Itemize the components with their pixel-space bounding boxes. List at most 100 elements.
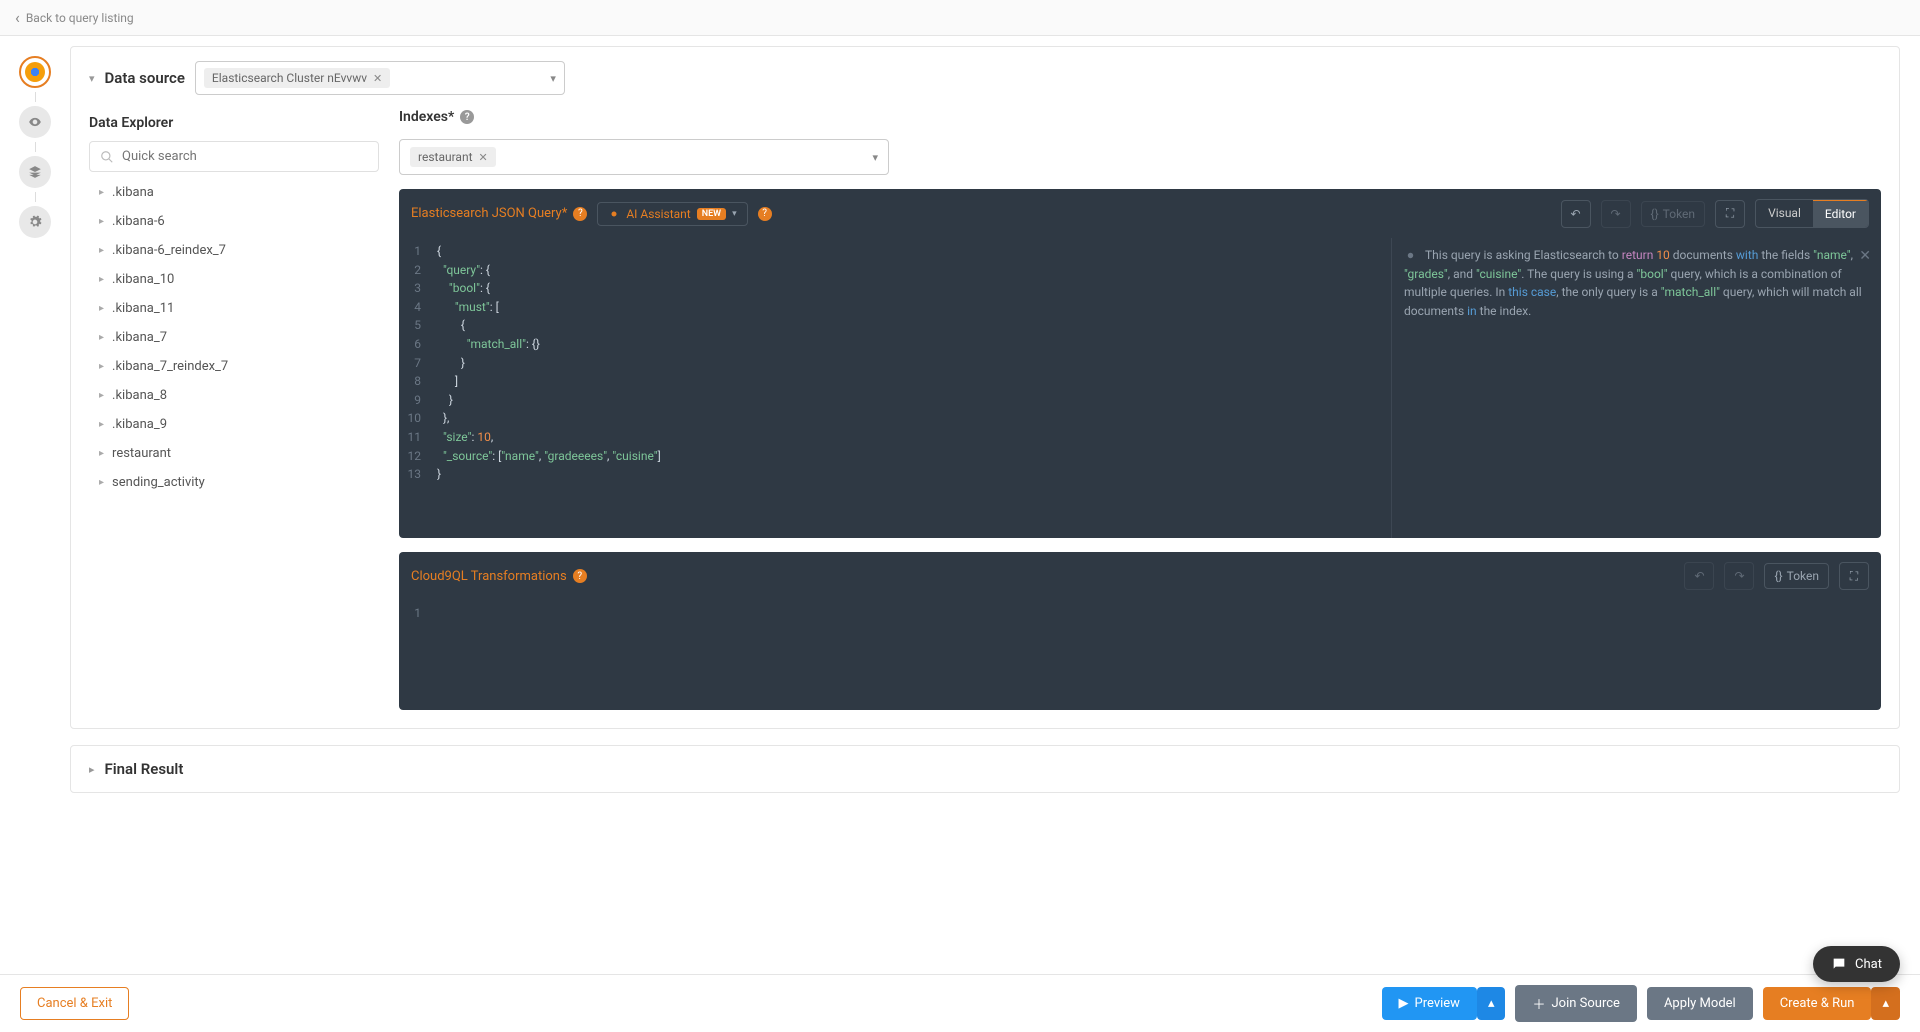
indexes-select[interactable]: restaurant ✕ ▾ [399,139,889,175]
braces-icon: {} [1651,207,1659,221]
tree-item[interactable]: ▸ .kibana_7_reindex_7 [89,352,379,381]
code-content[interactable] [429,600,1881,710]
token-label: Token [1787,569,1819,583]
step-preview[interactable] [19,106,51,138]
index-chip-label: restaurant [418,150,473,164]
apply-model-button[interactable]: Apply Model [1647,987,1753,1020]
sparkle-icon [1404,249,1417,262]
line-gutter: 1 [399,600,429,710]
tree-item[interactable]: ▸ .kibana-6_reindex_7 [89,236,379,265]
join-source-button[interactable]: ＋ Join Source [1515,985,1636,1022]
new-badge: NEW [697,208,726,220]
query-code-editor[interactable]: 12345678910111213 { "query": { "bool": {… [399,238,1391,538]
indexes-help[interactable]: ? [460,110,474,124]
tree-item[interactable]: ▸.kibana_7 [89,323,379,352]
join-label: Join Source [1552,996,1620,1011]
tree-item-label: .kibana-6 [112,214,165,229]
preview-dropdown[interactable]: ▴ [1477,987,1506,1020]
search-icon [100,150,114,164]
chevron-right-icon: ▸ [99,361,104,372]
preview-label: Preview [1415,996,1460,1011]
transform-title: Cloud9QL Transformations [411,569,567,584]
step-settings[interactable] [19,206,51,238]
chevron-right-icon: ▸ [99,245,104,256]
preview-button[interactable]: ▶ Preview [1382,987,1477,1020]
step-data-source[interactable] [19,56,51,88]
remove-data-source[interactable]: ✕ [373,72,382,85]
step-connector [35,92,36,102]
tree-item[interactable]: ▸.kibana_11 [89,294,379,323]
tree-item-label: .kibana [112,185,154,200]
quick-search-input[interactable] [122,149,368,164]
data-source-chip-label: Elasticsearch Cluster nEvvwv [212,71,367,85]
create-run-dropdown[interactable]: ▴ [1871,987,1900,1020]
tree-item-label: .kibana-6_reindex_7 [112,243,226,258]
indexes-label: Indexes* [399,109,454,125]
token-button[interactable]: {} Token [1764,563,1829,589]
expand-button[interactable]: ⛶ [1839,562,1869,590]
tree-item-label: .kibana_10 [112,272,174,287]
tab-editor[interactable]: Editor [1813,199,1868,227]
data-source-chip: Elasticsearch Cluster nEvvwv ✕ [204,68,390,88]
plus-icon: ＋ [1532,994,1545,1013]
tree-item-label: sending_activity [112,475,205,490]
transform-code-editor[interactable]: 1 [399,600,1881,710]
tree-item[interactable]: ▸.kibana_9 [89,410,379,439]
token-label: Token [1663,207,1695,221]
chat-fab[interactable]: Chat [1813,946,1900,982]
tree-item[interactable]: ▸.kibana [89,178,379,207]
chevron-down-icon: ▾ [732,209,737,219]
chat-label: Chat [1855,957,1882,972]
query-editor-title: Elasticsearch JSON Query* [411,206,567,221]
explanation-text: This query is asking Elasticsearch to re… [1404,248,1862,318]
tab-visual[interactable]: Visual [1756,200,1813,227]
chevron-down-icon: ▾ [550,72,556,85]
tree-item[interactable]: ▸restaurant [89,439,379,468]
back-to-listing-link[interactable]: Back to query listing [15,8,1905,27]
chat-icon [1831,956,1847,972]
ai-assistant-button[interactable]: AI Assistant NEW ▾ [597,202,747,226]
chevron-right-icon: ▸ [99,274,104,285]
ai-assistant-label: AI Assistant [626,207,690,221]
ai-explanation-panel: ✕ This query is asking Elasticsearch to … [1391,238,1881,538]
tree-item[interactable]: ▸ .kibana_8 [89,381,379,410]
chevron-right-icon: ▸ [99,303,104,314]
token-button: {} Token [1641,201,1706,227]
chevron-down-icon: ▾ [872,151,878,164]
remove-index[interactable]: ✕ [479,151,488,164]
back-label: Back to query listing [26,11,134,25]
quick-search[interactable] [89,141,379,172]
collapse-final-result[interactable]: ▸ [89,763,95,776]
cancel-exit-button[interactable]: Cancel & Exit [20,987,129,1020]
play-icon: ▶ [1399,996,1409,1011]
undo-button[interactable]: ↶ [1561,200,1591,228]
step-model[interactable] [19,156,51,188]
code-content[interactable]: { "query": { "bool": { "must": [ { "matc… [429,238,1391,538]
tree-item-label: .kibana_9 [112,417,167,432]
tree-item-label: .kibana_8 [112,388,167,403]
gear-icon [28,215,42,229]
create-run-button[interactable]: Create & Run [1763,987,1872,1020]
step-connector [35,192,36,202]
layers-icon [28,165,42,179]
footer-bar: Cancel & Exit ▶ Preview ▴ ＋ Join Source … [0,974,1920,1032]
close-explanation[interactable]: ✕ [1859,246,1871,268]
sparkle-icon [608,208,620,220]
redo-button: ↷ [1724,562,1754,590]
collapse-data-source[interactable]: ▾ [89,72,95,85]
tree-item[interactable]: ▸ sending_activity [89,468,379,497]
index-chip: restaurant ✕ [410,147,496,167]
tree-item-label: .kibana_7 [112,330,167,345]
tree-item[interactable]: ▸.kibana-6 [89,207,379,236]
expand-button[interactable]: ⛶ [1715,200,1745,228]
data-source-select[interactable]: Elasticsearch Cluster nEvvwv ✕ ▾ [195,61,565,95]
chevron-right-icon: ▸ [99,390,104,401]
chevron-right-icon: ▸ [99,448,104,459]
query-help[interactable]: ? [573,207,587,221]
chevron-right-icon: ▸ [99,477,104,488]
data-source-title: Data source [105,69,185,87]
transform-help[interactable]: ? [573,569,587,583]
tree-item-label: .kibana_7_reindex_7 [112,359,228,374]
ai-help[interactable]: ? [758,207,772,221]
tree-item[interactable]: ▸ .kibana_10 [89,265,379,294]
